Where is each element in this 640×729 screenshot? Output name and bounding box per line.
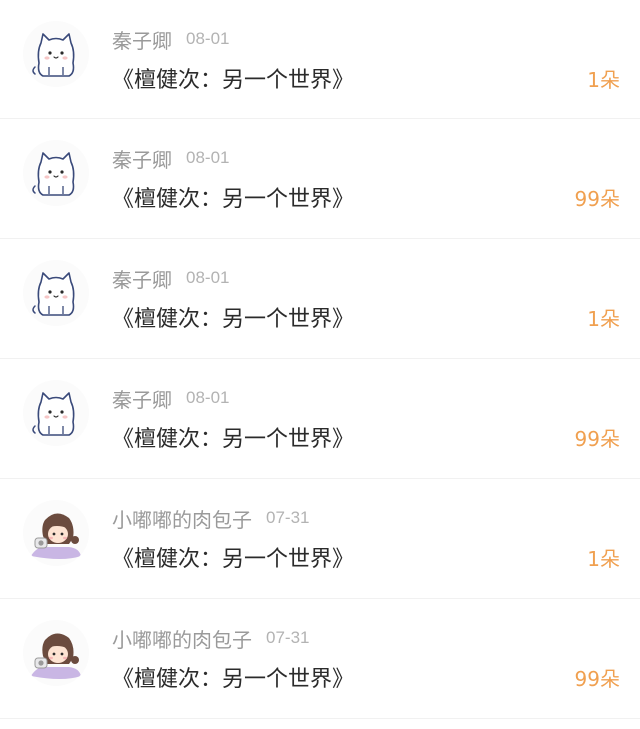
username[interactable]: 秦子卿 — [112, 144, 172, 173]
flower-count: 99朵 — [574, 427, 620, 451]
item-title[interactable]: 《檀健次：另一个世界》 — [112, 62, 354, 94]
username[interactable]: 秦子卿 — [112, 264, 172, 293]
item-title[interactable]: 《檀健次：另一个世界》 — [112, 301, 354, 333]
list-item[interactable]: 秦子卿 08-01 《檀健次：另一个世界》 99朵 — [0, 359, 640, 479]
username[interactable]: 小嘟嘟的肉包子 — [112, 504, 252, 533]
flower-count: 99朵 — [574, 187, 620, 211]
flower-count: 1朵 — [587, 547, 620, 571]
date: 07-31 — [266, 508, 310, 527]
date: 08-01 — [186, 148, 230, 167]
username[interactable]: 秦子卿 — [112, 384, 172, 413]
item-meta: 秦子卿 08-01 — [112, 384, 230, 413]
avatar[interactable] — [23, 140, 89, 206]
avatar[interactable] — [23, 500, 89, 566]
cat-avatar-icon — [23, 140, 89, 206]
flower-count: 99朵 — [574, 667, 620, 691]
item-title[interactable]: 《檀健次：另一个世界》 — [112, 661, 354, 693]
gift-record-list: 秦子卿 08-01 《檀健次：另一个世界》 1朵 秦子卿 08-01 《檀健次： — [0, 0, 640, 729]
item-meta: 秦子卿 08-01 — [112, 25, 230, 54]
cat-avatar-icon — [23, 21, 89, 87]
list-item[interactable]: 小嘟嘟的肉包子 07-31 《檀健次：另一个世界》 99朵 — [0, 599, 640, 719]
girl-avatar-icon — [23, 500, 89, 566]
avatar[interactable] — [23, 620, 89, 686]
username[interactable]: 小嘟嘟的肉包子 — [112, 624, 252, 653]
cat-avatar-icon — [23, 380, 89, 446]
flower-count: 1朵 — [587, 307, 620, 331]
item-title[interactable]: 《檀健次：另一个世界》 — [112, 541, 354, 573]
item-meta: 秦子卿 08-01 — [112, 144, 230, 173]
list-item[interactable]: 秦子卿 08-01 《檀健次：另一个世界》 1朵 — [0, 0, 640, 119]
avatar[interactable] — [23, 260, 89, 326]
list-item[interactable]: 秦子卿 08-01 《檀健次：另一个世界》 99朵 — [0, 119, 640, 239]
avatar[interactable] — [23, 380, 89, 446]
item-meta: 秦子卿 08-01 — [112, 264, 230, 293]
username[interactable]: 秦子卿 — [112, 25, 172, 54]
date: 08-01 — [186, 268, 230, 287]
item-meta: 小嘟嘟的肉包子 07-31 — [112, 624, 310, 653]
date: 08-01 — [186, 388, 230, 407]
flower-count: 1朵 — [587, 68, 620, 92]
avatar[interactable] — [23, 21, 89, 87]
list-item[interactable]: 小嘟嘟的肉包子 07-31 《檀健次：另一个世界》 1朵 — [0, 479, 640, 599]
girl-avatar-icon — [23, 620, 89, 686]
list-item[interactable]: 秦子卿 08-01 《檀健次：另一个世界》 1朵 — [0, 239, 640, 359]
item-meta: 小嘟嘟的肉包子 07-31 — [112, 504, 310, 533]
date: 08-01 — [186, 29, 230, 48]
date: 07-31 — [266, 628, 310, 647]
cat-avatar-icon — [23, 260, 89, 326]
item-title[interactable]: 《檀健次：另一个世界》 — [112, 181, 354, 213]
item-title[interactable]: 《檀健次：另一个世界》 — [112, 421, 354, 453]
